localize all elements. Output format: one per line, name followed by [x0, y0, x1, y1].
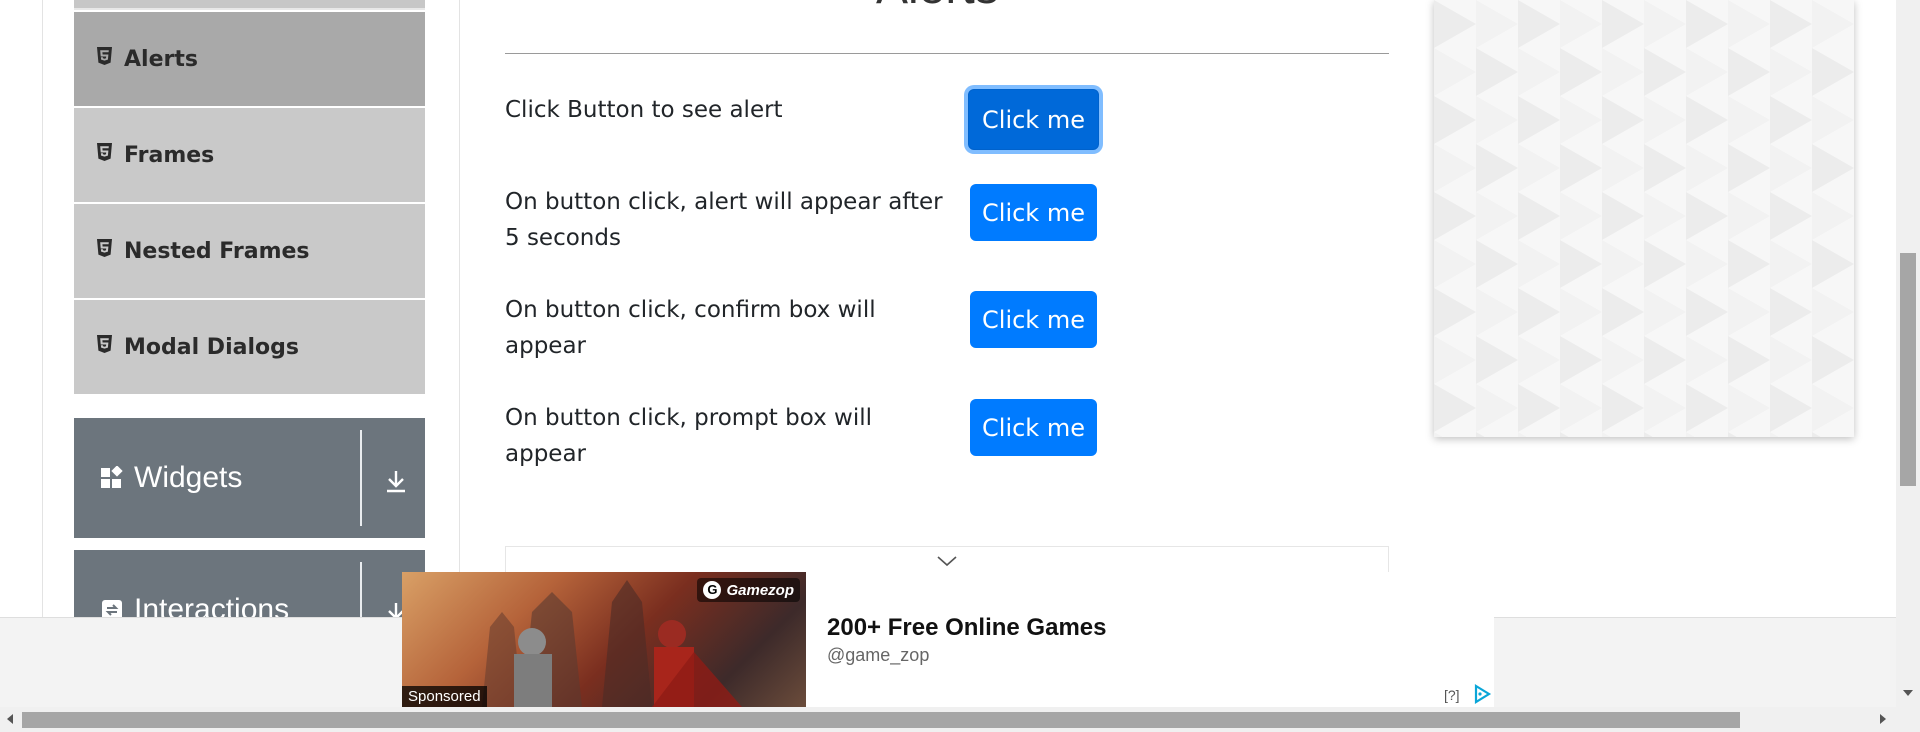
html5-icon	[97, 143, 112, 161]
horizontal-scroll-thumb[interactable]	[22, 712, 1740, 728]
adchoices-icon[interactable]	[1472, 684, 1492, 704]
chevron-down-icon[interactable]	[936, 554, 958, 568]
alert-button[interactable]: Click me	[968, 89, 1099, 150]
content-divider	[459, 0, 460, 620]
prompt-button[interactable]: Click me	[970, 399, 1097, 456]
group-header-widgets[interactable]: Widgets	[74, 418, 425, 538]
scrollbar-corner	[1896, 707, 1920, 732]
scroll-down-arrow-icon[interactable]	[1903, 690, 1913, 696]
html5-icon	[97, 239, 112, 257]
confirm-button[interactable]: Click me	[970, 291, 1097, 348]
scroll-left-arrow-icon[interactable]	[7, 714, 13, 724]
sponsored-label: Sponsored	[402, 686, 487, 707]
scroll-right-arrow-icon[interactable]	[1880, 714, 1886, 724]
gamezop-logo-icon: G	[703, 581, 722, 599]
ad-brand-label: Gamezop	[726, 581, 794, 599]
page-viewport: Alerts Frames Nested Frames Modal Dialog…	[0, 0, 1896, 707]
heading-rule	[505, 53, 1389, 54]
sidebar-item-label: Modal Dialogs	[124, 334, 299, 360]
html5-icon	[97, 47, 112, 65]
widgets-icon	[101, 466, 123, 488]
download-arrow-icon[interactable]	[383, 468, 409, 494]
sidebar-item-frames[interactable]: Frames	[74, 108, 425, 202]
group-label: Widgets	[134, 461, 243, 494]
sidebar-item-label: Alerts	[124, 46, 198, 72]
ad-image[interactable]: G Gamezop Sponsored	[402, 572, 806, 707]
horizontal-scrollbar[interactable]	[0, 707, 1896, 732]
sponsored-ad[interactable]: G Gamezop Sponsored 200+ Free Online Game…	[402, 572, 1494, 707]
sidebar-item-nested-frames[interactable]: Nested Frames	[74, 204, 425, 298]
side-ad-panel[interactable]	[1434, 0, 1854, 437]
vertical-scroll-thumb[interactable]	[1900, 253, 1916, 486]
sidebar-item-modal-dialogs[interactable]: Modal Dialogs	[74, 300, 425, 394]
sidebar-item-label: Nested Frames	[124, 238, 310, 264]
left-divider	[42, 0, 43, 620]
sidebar-item-previous[interactable]	[74, 0, 425, 10]
page-title: Alerts	[876, 0, 999, 15]
triangle-pattern	[1434, 0, 1854, 437]
ad-help-link[interactable]: [?]	[1444, 687, 1460, 703]
sidebar-item-alerts[interactable]: Alerts	[74, 12, 425, 106]
alert-row-text: Click Button to see alert	[505, 97, 783, 123]
prompt-row-text: On button click, prompt box will appear	[505, 405, 873, 467]
ad-title[interactable]: 200+ Free Online Games	[827, 614, 1106, 642]
ad-handle: @game_zop	[827, 645, 930, 665]
timer-alert-button[interactable]: Click me	[970, 184, 1097, 241]
vertical-scrollbar[interactable]	[1896, 0, 1920, 707]
confirm-row-text: On button click, confirm box will appear	[505, 297, 876, 359]
html5-icon	[97, 335, 112, 353]
timer-alert-row-text: On button click, alert will appear after…	[505, 189, 943, 251]
ad-brand-badge: G Gamezop	[697, 578, 800, 602]
group-divider	[360, 430, 362, 526]
sidebar-item-label: Frames	[124, 142, 215, 168]
